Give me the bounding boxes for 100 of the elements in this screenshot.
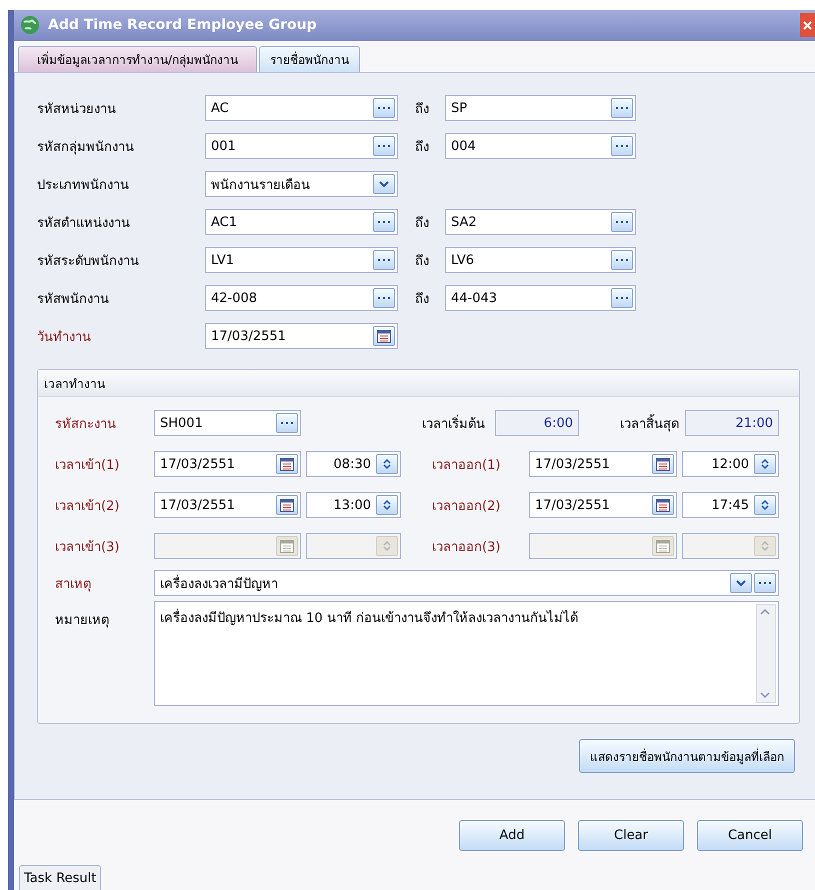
browse-button[interactable] bbox=[611, 288, 633, 308]
browse-button[interactable] bbox=[611, 212, 633, 232]
ellipsis-icon bbox=[616, 106, 628, 110]
browse-button[interactable] bbox=[276, 413, 298, 434]
date-field[interactable]: 17/03/2551 bbox=[154, 451, 301, 478]
field-label: ประเภทพนักงาน bbox=[37, 176, 130, 195]
field-label: รหัสตำแหน่งงาน bbox=[37, 214, 131, 233]
lookup-field[interactable]: SP bbox=[445, 95, 636, 122]
lookup-field[interactable]: LV1 bbox=[205, 247, 398, 274]
browse-button[interactable] bbox=[754, 573, 776, 594]
field-label: หมายเหตุ bbox=[55, 612, 110, 630]
lookup-field[interactable]: SH001 bbox=[154, 410, 301, 436]
calendar-icon bbox=[656, 458, 670, 471]
calendar-button[interactable] bbox=[652, 454, 674, 474]
action-button[interactable]: Clear bbox=[578, 820, 684, 852]
browse-button[interactable] bbox=[373, 250, 395, 270]
dropdown-field[interactable]: เครื่องลงเวลามีปัญหา bbox=[154, 570, 779, 596]
action-button[interactable]: Cancel bbox=[697, 820, 803, 852]
show-employees-button[interactable]: แสดงรายชื่อพนักงานตามข้อมูลที่เลือก bbox=[579, 739, 795, 774]
field-label: สาเหตุ bbox=[55, 576, 92, 594]
time-field[interactable]: 12:00 bbox=[682, 451, 779, 478]
field-label: เวลาสิ้นสุด bbox=[579, 412, 685, 434]
spin-button[interactable] bbox=[376, 454, 398, 474]
field-label: เวลาเข้า(2) bbox=[55, 498, 120, 516]
date-field[interactable]: 17/03/2551 bbox=[205, 323, 398, 350]
ellipsis-icon bbox=[281, 421, 293, 426]
browse-button[interactable] bbox=[373, 288, 395, 308]
ellipsis-icon bbox=[378, 106, 390, 110]
date-field[interactable]: 17/03/2551 bbox=[154, 492, 301, 518]
date-field[interactable] bbox=[529, 533, 677, 560]
lookup-field[interactable]: LV6 bbox=[445, 247, 636, 274]
action-button[interactable]: Add bbox=[459, 820, 565, 852]
browse-button[interactable] bbox=[373, 136, 395, 156]
time-field[interactable]: 08:30 bbox=[306, 451, 401, 478]
browse-button[interactable] bbox=[611, 98, 633, 118]
calendar-button[interactable] bbox=[276, 495, 298, 516]
dropdown-button[interactable] bbox=[373, 174, 395, 194]
field-label: วันทำงาน bbox=[37, 328, 92, 347]
globe-icon bbox=[20, 15, 40, 36]
close-button[interactable] bbox=[800, 13, 815, 38]
spin-button[interactable] bbox=[754, 495, 776, 516]
to-label: ถึง bbox=[415, 214, 430, 233]
spin-button[interactable] bbox=[754, 454, 776, 474]
field-label: เวลาออก(3) bbox=[432, 538, 502, 557]
field-label: เวลาออก(1) bbox=[432, 456, 502, 475]
spin-arrows-icon bbox=[761, 499, 769, 512]
chevron-down-icon bbox=[379, 180, 389, 188]
field-label: เวลาเข้า(3) bbox=[55, 538, 120, 557]
ellipsis-icon bbox=[616, 144, 628, 148]
lookup-field[interactable]: 001 bbox=[205, 133, 398, 160]
date-field[interactable]: 17/03/2551 bbox=[529, 451, 677, 478]
time-field[interactable]: 17:45 bbox=[682, 492, 779, 518]
browse-button[interactable] bbox=[611, 136, 633, 156]
time-field[interactable]: 13:00 bbox=[306, 492, 401, 518]
lookup-field[interactable]: 44-043 bbox=[445, 285, 636, 312]
dropdown-button[interactable] bbox=[730, 573, 752, 594]
spin-button[interactable] bbox=[376, 495, 398, 516]
calendar-button[interactable] bbox=[276, 454, 298, 474]
calendar-icon bbox=[280, 458, 294, 471]
window-title: Add Time Record Employee Group bbox=[48, 17, 318, 34]
lookup-field[interactable]: AC bbox=[205, 95, 398, 122]
browse-button[interactable] bbox=[611, 250, 633, 270]
dropdown-field[interactable]: พนักงานรายเดือน bbox=[205, 171, 398, 198]
calendar-icon bbox=[280, 498, 294, 512]
calendar-icon bbox=[656, 498, 670, 512]
lookup-field[interactable]: 42-008 bbox=[205, 285, 398, 312]
lookup-field[interactable]: AC1 bbox=[205, 209, 398, 236]
calendar-button[interactable] bbox=[652, 495, 674, 516]
to-label: ถึง bbox=[415, 290, 430, 309]
to-label: ถึง bbox=[415, 100, 430, 119]
lookup-field[interactable]: SA2 bbox=[445, 209, 636, 236]
field-label: รหัสหน่วยงาน bbox=[37, 100, 117, 119]
time-field[interactable] bbox=[682, 533, 779, 560]
tab[interactable]: รายชื่อพนักงาน bbox=[259, 46, 360, 72]
to-label: ถึง bbox=[415, 252, 430, 271]
ellipsis-icon bbox=[616, 258, 628, 262]
lookup-field[interactable]: 004 bbox=[445, 133, 636, 160]
spin-arrows-icon bbox=[383, 458, 391, 470]
date-field[interactable]: 17/03/2551 bbox=[529, 492, 677, 518]
spin-arrows-icon bbox=[383, 540, 391, 552]
to-label: ถึง bbox=[415, 138, 430, 157]
field-label: เวลาออก(2) bbox=[432, 498, 502, 516]
browse-button[interactable] bbox=[373, 212, 395, 232]
task-result-tab[interactable]: Task Result bbox=[19, 865, 102, 890]
time-field[interactable] bbox=[306, 533, 401, 560]
note-textarea[interactable]: เครื่องลงมีปัญหาประมาณ 10 นาที ก่อนเข้างานจึงทำให้ลงเวลางานกันไม่ได้ bbox=[154, 601, 779, 706]
calendar-icon bbox=[656, 540, 670, 553]
field-label: รหัสพนักงาน bbox=[37, 290, 110, 309]
scrollbar[interactable] bbox=[756, 604, 776, 704]
spin-arrows-icon bbox=[383, 499, 391, 512]
ellipsis-icon bbox=[378, 296, 390, 300]
chevron-down-icon bbox=[736, 580, 746, 587]
readonly-field: 6:00 bbox=[495, 410, 579, 436]
calendar-button[interactable] bbox=[373, 326, 395, 346]
ellipsis-icon bbox=[759, 581, 771, 586]
field-label: เวลาเริ่มต้น bbox=[421, 414, 486, 434]
browse-button[interactable] bbox=[373, 98, 395, 118]
ellipsis-icon bbox=[616, 296, 628, 300]
field-label: รหัสระดับพนักงาน bbox=[37, 252, 140, 271]
tab[interactable]: เพิ่มข้อมูลเวลาการทำงาน/กลุ่มพนักงาน bbox=[18, 46, 258, 72]
